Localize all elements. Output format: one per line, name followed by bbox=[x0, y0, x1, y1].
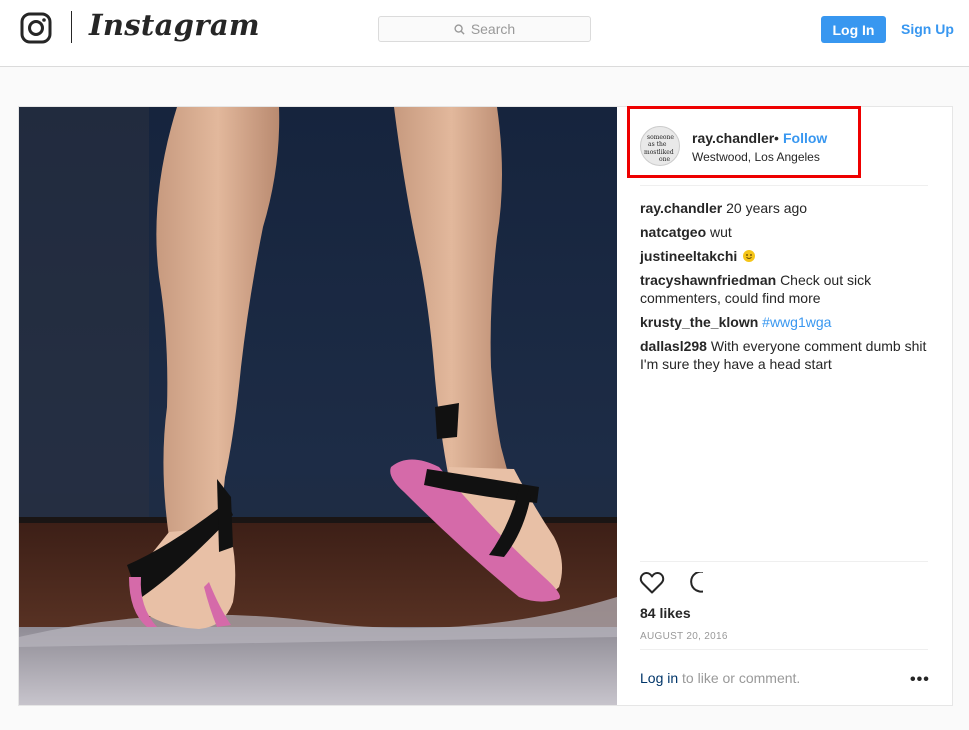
smiling-face-emoji-icon bbox=[743, 250, 756, 262]
post-photo[interactable] bbox=[19, 107, 617, 705]
comments-list: ray.chandler 20 years ago natcatgeo wut … bbox=[640, 199, 930, 379]
comment-item: tracyshawnfriedman Check out sick commen… bbox=[640, 271, 930, 307]
comment-hashtag-link[interactable]: #wwg1wga bbox=[762, 314, 831, 330]
divider bbox=[640, 185, 928, 186]
comment-username[interactable]: krusty_the_klown bbox=[640, 314, 758, 330]
comment-username[interactable]: natcatgeo bbox=[640, 224, 706, 240]
comment-bubble-icon[interactable] bbox=[679, 572, 703, 596]
comment-text: 20 years ago bbox=[726, 200, 808, 216]
instagram-wordmark[interactable]: Instagram bbox=[89, 8, 260, 42]
comment-username[interactable]: ray.chandler bbox=[640, 200, 722, 216]
comment-item: krusty_the_klown #wwg1wga bbox=[640, 313, 930, 331]
post-date: AUGUST 20, 2016 bbox=[640, 631, 728, 642]
heart-icon[interactable] bbox=[639, 571, 665, 595]
search-input[interactable]: Search bbox=[378, 16, 591, 42]
post-card: someone as the mostliked one ray.chandle… bbox=[18, 106, 953, 706]
search-placeholder: Search bbox=[470, 21, 516, 37]
login-prompt-text: to like or comment. bbox=[678, 670, 801, 686]
top-navigation-bar: Instagram Search Log In Sign Up bbox=[0, 0, 969, 67]
post-details-panel: someone as the mostliked one ray.chandle… bbox=[617, 107, 952, 705]
comment-username[interactable]: justineeltakchi bbox=[640, 248, 737, 264]
login-prompt: Log in to like or comment. bbox=[640, 670, 800, 686]
comment-username[interactable]: dallasl298 bbox=[640, 338, 707, 354]
logo-divider bbox=[71, 11, 72, 43]
instagram-camera-icon[interactable] bbox=[20, 12, 52, 44]
comment-item: ray.chandler 20 years ago bbox=[640, 199, 930, 217]
comment-item: justineeltakchi bbox=[640, 247, 930, 265]
photo-image bbox=[19, 107, 617, 705]
sign-up-link[interactable]: Sign Up bbox=[901, 21, 954, 37]
highlight-box bbox=[627, 106, 861, 178]
log-in-link[interactable]: Log in bbox=[640, 670, 678, 686]
comment-item: dallasl298 With everyone comment dumb sh… bbox=[640, 337, 930, 373]
likes-count[interactable]: 84 likes bbox=[640, 605, 691, 621]
search-icon bbox=[454, 23, 465, 35]
divider bbox=[640, 561, 928, 562]
comment-text: wut bbox=[710, 224, 732, 240]
comment-username[interactable]: tracyshawnfriedman bbox=[640, 272, 776, 288]
log-in-button[interactable]: Log In bbox=[821, 16, 886, 43]
divider bbox=[640, 649, 928, 650]
comment-item: natcatgeo wut bbox=[640, 223, 930, 241]
more-options-icon[interactable]: ••• bbox=[910, 671, 930, 689]
